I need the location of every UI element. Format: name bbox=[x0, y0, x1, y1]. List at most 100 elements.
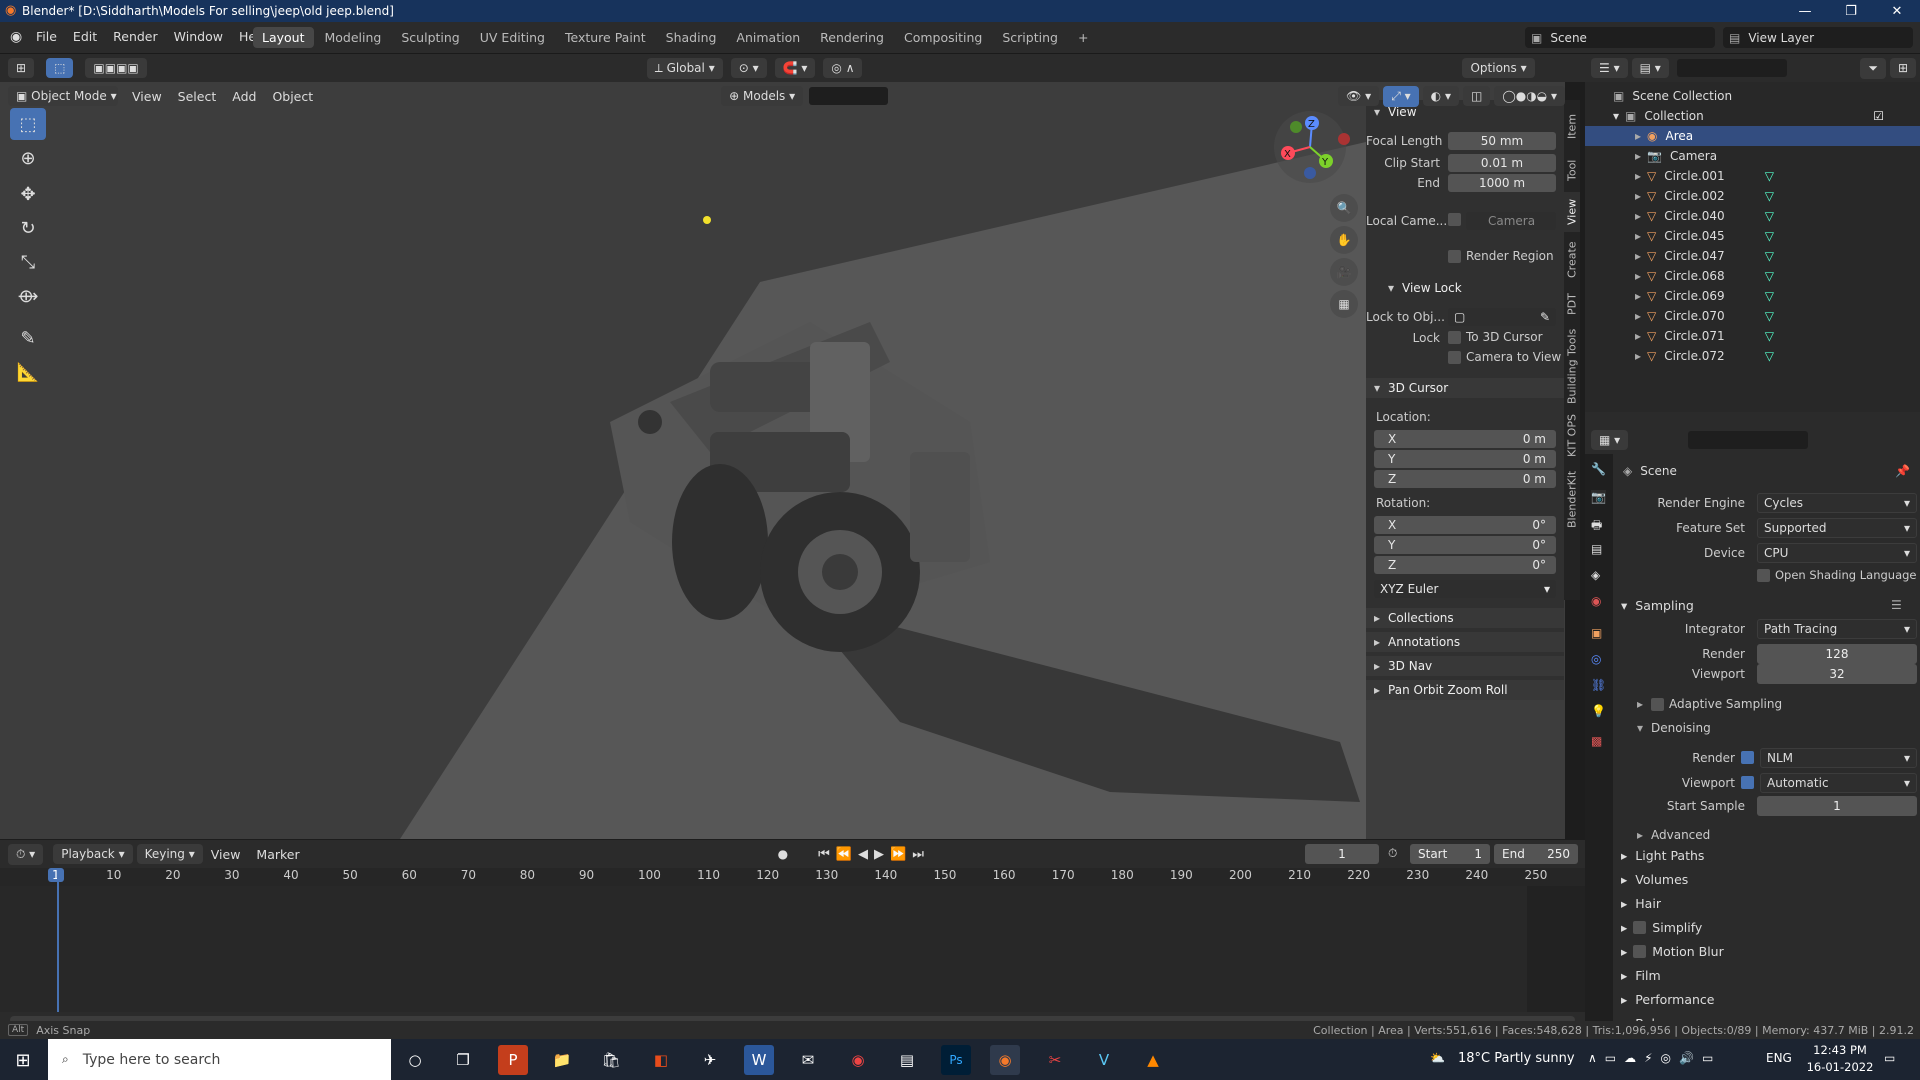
render-engine-dropdown[interactable]: Cycles ▾ bbox=[1757, 493, 1917, 513]
tab-view[interactable]: View bbox=[1564, 192, 1580, 232]
collection-check-icon[interactable]: ☑ bbox=[1873, 109, 1884, 123]
scale-tool-icon[interactable]: ⤡ bbox=[10, 246, 46, 278]
timeline-area[interactable] bbox=[0, 886, 1585, 1012]
simplify-panel[interactable]: ▸ Simplify bbox=[1621, 916, 1702, 938]
light-paths-panel[interactable]: ▸ Light Paths bbox=[1621, 844, 1704, 866]
world-tab-icon[interactable]: ◉ bbox=[1591, 594, 1601, 608]
transform-tool-icon[interactable]: ⟴ bbox=[10, 280, 46, 312]
cursor-rot-x[interactable]: X 0° bbox=[1374, 516, 1556, 534]
jeep-model[interactable] bbox=[590, 282, 1010, 722]
navigation-gizmo[interactable]: Z X Y bbox=[1270, 107, 1350, 187]
minimize-icon[interactable]: — bbox=[1782, 0, 1828, 22]
blender-taskbar-icon[interactable]: ◉ bbox=[990, 1045, 1020, 1075]
timeline-view-menu[interactable]: View bbox=[203, 847, 249, 862]
outliner-item-area[interactable]: ▸ ◉ Area bbox=[1585, 126, 1920, 146]
app4-icon[interactable]: V bbox=[1089, 1045, 1119, 1075]
app-icon[interactable]: ✈ bbox=[695, 1045, 725, 1075]
viewport-search-input[interactable] bbox=[809, 87, 889, 105]
tab-uv-editing[interactable]: UV Editing bbox=[471, 27, 554, 48]
outliner-item-circle-047[interactable]: ▸ ▽ Circle.047 ▽ bbox=[1585, 246, 1920, 266]
denoising-title[interactable]: Denoising bbox=[1651, 721, 1711, 735]
render-tab-icon[interactable]: 📷 bbox=[1591, 490, 1606, 504]
tab-texture-paint[interactable]: Texture Paint bbox=[556, 27, 655, 48]
outliner-item-circle-002[interactable]: ▸ ▽ Circle.002 ▽ bbox=[1585, 186, 1920, 206]
clock-time[interactable]: 12:43 PM bbox=[1810, 1043, 1870, 1057]
rotation-mode-dropdown[interactable]: XYZ Euler ▾ bbox=[1374, 580, 1556, 598]
focal-length-field[interactable]: 50 mm bbox=[1448, 132, 1556, 150]
annotate-tool-icon[interactable]: ✎ bbox=[10, 322, 46, 354]
task-view-icon[interactable]: ❐ bbox=[448, 1045, 478, 1075]
tool-tab-icon[interactable]: 🔧 bbox=[1591, 462, 1606, 476]
app3-icon[interactable]: ✂ bbox=[1040, 1045, 1070, 1075]
xray-icon[interactable]: ◫ bbox=[1462, 86, 1491, 106]
eyedropper-icon[interactable]: ✎ bbox=[1540, 310, 1550, 324]
move-tool-icon[interactable]: ✥ bbox=[10, 178, 46, 210]
viewport-samples-field[interactable]: 32 bbox=[1757, 664, 1917, 684]
record-icon[interactable]: ● bbox=[778, 847, 788, 861]
denoise-viewport-dropdown[interactable]: Automatic ▾ bbox=[1760, 773, 1917, 793]
texture-tab-icon[interactable]: ▩ bbox=[1591, 734, 1602, 748]
tray-icons[interactable]: ∧▭☁⚡◎🔊▭ bbox=[1588, 1051, 1721, 1065]
properties-search-input[interactable] bbox=[1688, 431, 1809, 449]
frame-start-field[interactable]: Start 1 bbox=[1410, 844, 1490, 864]
outliner-item-circle-070[interactable]: ▸ ▽ Circle.070 ▽ bbox=[1585, 306, 1920, 326]
tab-compositing[interactable]: Compositing bbox=[895, 27, 991, 48]
outliner-item-circle-001[interactable]: ▸ ▽ Circle.001 ▽ bbox=[1585, 166, 1920, 186]
denoise-viewport-checkbox[interactable] bbox=[1741, 776, 1754, 789]
outliner-item-camera[interactable]: ▸ 📷 Camera bbox=[1585, 146, 1920, 166]
new-collection-icon[interactable]: ⊞ bbox=[1889, 58, 1916, 78]
cursor-loc-y[interactable]: Y 0 m bbox=[1374, 450, 1556, 468]
viewport-menu-select[interactable]: Select bbox=[170, 89, 225, 104]
hair-panel[interactable]: ▸ Hair bbox=[1621, 892, 1661, 914]
vlc-icon[interactable]: ▲ bbox=[1138, 1045, 1168, 1075]
zoom-icon[interactable]: 🔍 bbox=[1330, 194, 1358, 222]
proportional-edit-icon[interactable]: ◎ ∧ bbox=[823, 58, 863, 78]
timeline-editor-icon[interactable]: ⏱ ▾ bbox=[8, 843, 44, 865]
word-icon[interactable]: W bbox=[744, 1045, 774, 1075]
cursor-loc-x[interactable]: X 0 m bbox=[1374, 430, 1556, 448]
keying-menu[interactable]: Keying ▾ bbox=[136, 844, 203, 864]
store-icon[interactable]: 🛍 bbox=[596, 1045, 626, 1075]
blender-menu-icon[interactable]: ◉ bbox=[10, 29, 22, 45]
outliner-item-circle-045[interactable]: ▸ ▽ Circle.045 ▽ bbox=[1585, 226, 1920, 246]
tab-shading[interactable]: Shading bbox=[657, 27, 726, 48]
filter-icon[interactable]: ⏷ bbox=[1860, 57, 1886, 79]
powerpoint-icon[interactable]: P bbox=[498, 1045, 528, 1075]
camera-to-view-checkbox[interactable] bbox=[1448, 351, 1461, 364]
tab-layout[interactable]: Layout bbox=[253, 27, 314, 48]
cortana-icon[interactable]: ○ bbox=[400, 1045, 430, 1075]
start-sample-field[interactable]: 1 bbox=[1757, 796, 1917, 816]
tab-animation[interactable]: Animation bbox=[727, 27, 809, 48]
weather-text[interactable]: 18°C Partly sunny bbox=[1458, 1051, 1575, 1066]
viewport-menu-add[interactable]: Add bbox=[224, 89, 264, 104]
lock-to-object-field[interactable]: ▢ ✎ bbox=[1448, 308, 1556, 326]
viewport-menu-object[interactable]: Object bbox=[264, 89, 321, 104]
collection-filter-dropdown[interactable]: ⊕ Models ▾ bbox=[721, 86, 804, 106]
view-lock-header[interactable]: ▾ View Lock bbox=[1366, 278, 1564, 298]
menu-edit[interactable]: Edit bbox=[65, 29, 105, 44]
windows-start-icon[interactable]: ⊞ bbox=[8, 1045, 38, 1075]
mail-icon[interactable]: ✉ bbox=[793, 1045, 823, 1075]
viewport-menu-view[interactable]: View bbox=[124, 89, 170, 104]
outliner-search-input[interactable] bbox=[1676, 59, 1787, 77]
marker-menu[interactable]: Marker bbox=[248, 847, 307, 862]
device-dropdown[interactable]: CPU ▾ bbox=[1757, 543, 1917, 563]
denoise-render-dropdown[interactable]: NLM ▾ bbox=[1760, 748, 1917, 768]
performance-panel[interactable]: ▸ Performance bbox=[1621, 988, 1715, 1010]
options-dropdown[interactable]: Options ▾ bbox=[1462, 58, 1535, 78]
chrome-icon[interactable]: ◉ bbox=[843, 1045, 873, 1075]
taskbar-search-box[interactable]: ⌕ Type here to search bbox=[48, 1039, 391, 1080]
3d-cursor-panel-header[interactable]: ▾ 3D Cursor bbox=[1366, 378, 1564, 398]
tab-item[interactable]: Item bbox=[1564, 104, 1580, 148]
snap-icon[interactable]: 🧲 ▾ bbox=[774, 58, 816, 78]
physics-tab-icon[interactable]: ◎ bbox=[1591, 652, 1601, 666]
cursor-rot-z[interactable]: Z 0° bbox=[1374, 556, 1556, 574]
tab-tool[interactable]: Tool bbox=[1564, 152, 1580, 188]
3d-viewport[interactable]: ⬚ ⊕ ✥ ↻ ⤡ ⟴ ✎ 📐 Z X Y 🔍 ✋ 🎥 ▦ bbox=[0, 82, 1565, 839]
integrator-dropdown[interactable]: Path Tracing ▾ bbox=[1757, 619, 1917, 639]
sampling-panel-header[interactable]: ▾ Sampling bbox=[1621, 594, 1694, 616]
tab-pdt[interactable]: PDT bbox=[1564, 288, 1580, 320]
editor-type-icon[interactable]: ⊞ bbox=[8, 58, 35, 78]
office-icon[interactable]: ◧ bbox=[646, 1045, 676, 1075]
scene-tab-icon[interactable]: ◈ bbox=[1591, 568, 1600, 582]
